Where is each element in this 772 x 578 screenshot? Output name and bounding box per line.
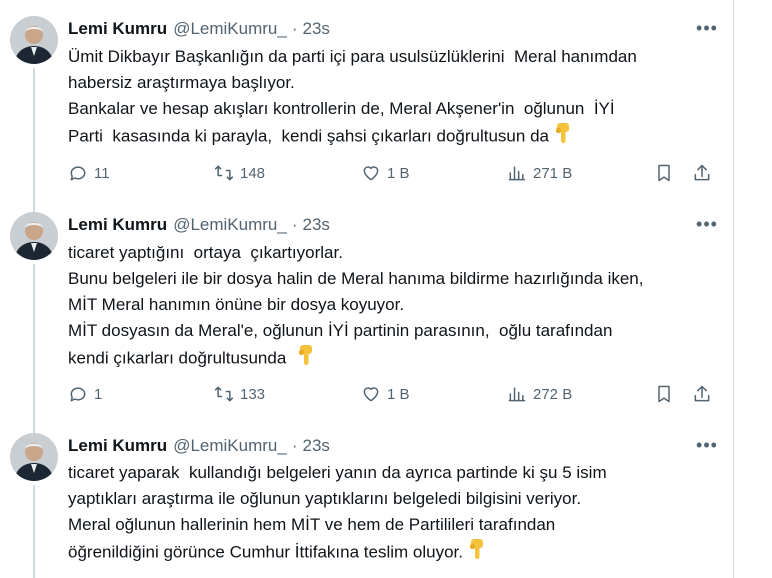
bookmark-button[interactable]: [654, 161, 674, 185]
repost-icon: [214, 386, 234, 402]
repost-count: 133: [240, 385, 266, 403]
reply-icon: [70, 387, 86, 402]
text-line: ticaret yaparak kullandığı belgeleri yan…: [68, 463, 607, 482]
bookmark-icon: [658, 164, 670, 182]
author-name[interactable]: Lemi Kumru: [68, 19, 167, 39]
author-handle[interactable]: @LemiKumru_: [173, 436, 287, 456]
share-button[interactable]: [692, 382, 712, 406]
repost-count: 148: [240, 164, 266, 182]
author-name[interactable]: Lemi Kumru: [68, 215, 167, 235]
views-button[interactable]: 272 B: [507, 382, 572, 406]
tweet-header: Lemi Kumru @LemiKumru_ · 23s: [68, 435, 330, 457]
point-down-emoji: [467, 538, 487, 568]
like-button[interactable]: 1 B: [361, 382, 410, 406]
separator: ·: [291, 19, 298, 38]
bookmark-button[interactable]: [654, 382, 674, 406]
more-icon[interactable]: •••: [694, 436, 720, 459]
author-handle[interactable]: @LemiKumru_: [173, 215, 287, 235]
text-line-content: kendi çıkarları doğrultusunda: [68, 348, 287, 368]
timeline-border: [733, 0, 734, 578]
text-line: Meral oğlunun hallerinin hem MİT ve hem …: [68, 515, 556, 534]
separator: ·: [291, 215, 298, 234]
repost-icon: [214, 165, 234, 181]
thread-line: [33, 68, 35, 213]
like-count: 1 B: [387, 385, 410, 403]
reply-count: 11: [94, 164, 110, 182]
text-line: yaptıkları araştırma ile oğlunun yaptıkl…: [68, 489, 582, 508]
like-button[interactable]: 1 B: [361, 161, 410, 185]
text-line-content: Parti kasasında ki parayla, kendi şahsi …: [68, 126, 549, 146]
view-count: 271 B: [533, 164, 573, 182]
text-line: habersiz araştırmaya başlıyor.: [68, 73, 295, 92]
point-down-emoji: [553, 122, 573, 152]
tweet-text: ticaret yaparak kullandığı belgeleri yan…: [68, 460, 718, 568]
views-icon: [508, 387, 526, 402]
repost-button[interactable]: 133: [214, 382, 265, 406]
tweet-header: Lemi Kumru @LemiKumru_ · 23s: [68, 18, 330, 40]
action-bar: 11 148 1 B 271 B: [68, 161, 728, 185]
timestamp[interactable]: 23s: [303, 215, 330, 235]
more-icon[interactable]: •••: [694, 19, 720, 42]
timestamp[interactable]: 23s: [303, 19, 330, 39]
avatar[interactable]: [10, 433, 58, 481]
view-count: 272 B: [533, 385, 573, 403]
tweet-header: Lemi Kumru @LemiKumru_ · 23s: [68, 214, 330, 236]
text-line: öğrenildiğini görünce Cumhur İttifakına …: [68, 538, 718, 568]
text-line: Ümit Dikbayır Başkanlığın da parti içi p…: [68, 47, 637, 66]
point-down-emoji: [296, 344, 316, 374]
text-line: Bunu belgeleri ile bir dosya halin de Me…: [68, 269, 644, 288]
like-count: 1 B: [387, 164, 410, 182]
thread-line: [33, 264, 35, 434]
text-line-content: öğrenildiğini görünce Cumhur İttifakına …: [68, 542, 463, 562]
reply-button[interactable]: 11: [68, 161, 110, 185]
text-line: MİT Meral hanımın önüne bir dosya koyuyo…: [68, 295, 405, 314]
reply-button[interactable]: 1: [68, 382, 102, 406]
tweet-text: Ümit Dikbayır Başkanlığın da parti içi p…: [68, 44, 718, 152]
bookmark-icon: [658, 385, 670, 403]
share-icon: [694, 164, 710, 181]
author-handle[interactable]: @LemiKumru_: [173, 19, 287, 39]
repost-button[interactable]: 148: [214, 161, 265, 185]
reply-count: 1: [94, 385, 103, 403]
text-line: kendi çıkarları doğrultusunda: [68, 344, 718, 374]
views-button[interactable]: 271 B: [507, 161, 572, 185]
share-icon: [694, 385, 710, 402]
share-button[interactable]: [692, 161, 712, 185]
action-bar: 1 133 1 B 272 B: [68, 382, 728, 406]
reply-icon: [70, 166, 86, 181]
tweet-text: ticaret yaptığını ortaya çıkartıyorlar. …: [68, 240, 718, 374]
text-line: ticaret yaptığını ortaya çıkartıyorlar.: [68, 243, 343, 262]
avatar[interactable]: [10, 212, 58, 260]
more-icon[interactable]: •••: [694, 215, 720, 238]
like-icon: [363, 387, 379, 402]
views-icon: [508, 166, 526, 181]
avatar[interactable]: [10, 16, 58, 64]
separator: ·: [291, 436, 298, 455]
text-line: Bankalar ve hesap akışları kontrollerin …: [68, 99, 615, 118]
text-line: Parti kasasında ki parayla, kendi şahsi …: [68, 122, 718, 152]
timestamp[interactable]: 23s: [303, 436, 330, 456]
author-name[interactable]: Lemi Kumru: [68, 436, 167, 456]
like-icon: [363, 166, 379, 181]
text-line: MİT dosyasın da Meral'e, oğlunun İYİ par…: [68, 321, 613, 340]
thread-line: [33, 485, 35, 578]
